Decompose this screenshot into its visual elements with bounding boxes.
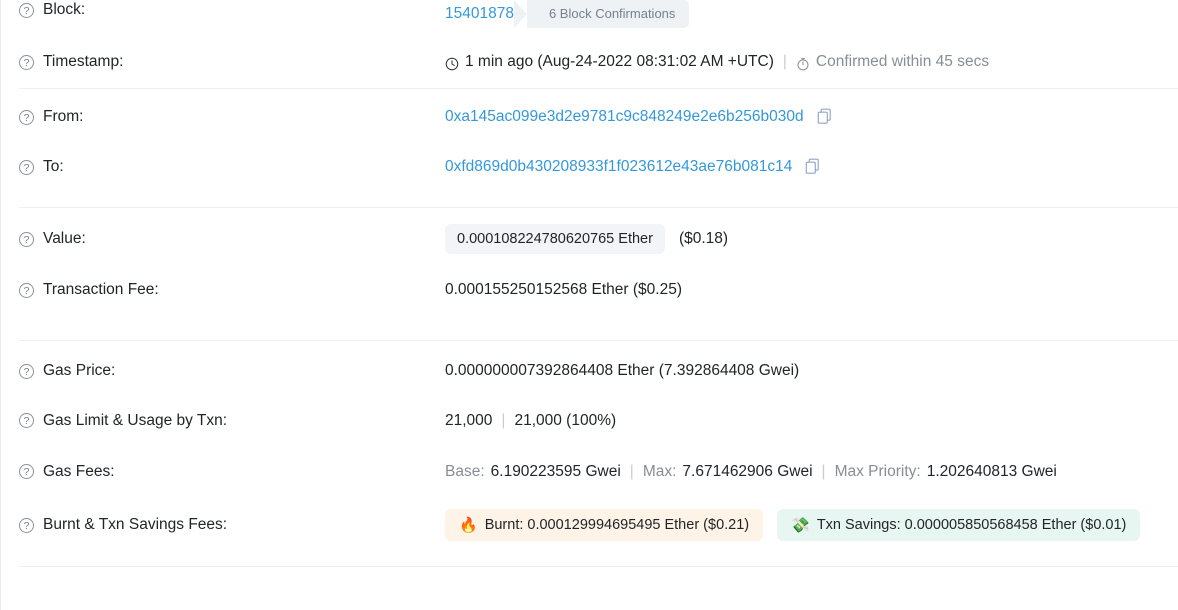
value-block: 15401878 6 Block Confirmations: [445, 0, 1178, 28]
fire-icon: 🔥: [459, 516, 478, 534]
label-timestamp-text: Timestamp:: [43, 53, 124, 70]
gas-fee-separator-1: |: [629, 462, 634, 480]
question-circle-icon[interactable]: ?: [19, 54, 34, 70]
question-circle-icon[interactable]: ?: [19, 282, 34, 298]
txn-savings-text: Txn Savings: 0.000005850568458 Ether ($0…: [816, 517, 1127, 533]
value-gas-limit: 21,000 | 21,000 (100%): [445, 411, 1178, 431]
value-value: 0.000108224780620765 Ether ($0.18): [445, 224, 1178, 254]
stopwatch-icon: [796, 57, 810, 71]
value-ether-chip: 0.000108224780620765 Ether: [445, 224, 665, 254]
gas-fee-base-label: Base:: [445, 462, 485, 480]
question-circle-icon[interactable]: ?: [19, 109, 34, 125]
value-burnt-savings: 🔥 Burnt: 0.000129994695495 Ether ($0.21)…: [445, 509, 1178, 541]
label-transaction-fee-text: Transaction Fee:: [43, 281, 159, 298]
question-circle-icon[interactable]: ?: [19, 413, 34, 428]
label-value: ? Value:: [19, 229, 445, 249]
label-from-text: From:: [43, 108, 84, 125]
txn-savings-pill: 💸 Txn Savings: 0.000005850568458 Ether (…: [777, 509, 1141, 541]
label-value-text: Value:: [43, 230, 86, 247]
gas-limit-separator: |: [501, 411, 506, 429]
question-circle-icon[interactable]: ?: [19, 363, 34, 379]
label-gas-price: ? Gas Price:: [19, 361, 445, 381]
label-gas-price-text: Gas Price:: [43, 362, 116, 379]
transaction-details-panel: ? Block: 15401878 6 Block Confirmations …: [0, 0, 1178, 610]
gas-fee-base-value: 6.190223595 Gwei: [490, 462, 621, 480]
question-circle-icon[interactable]: ?: [19, 517, 34, 533]
label-gas-fees: ? Gas Fees:: [19, 462, 445, 482]
block-confirmations-badge: 6 Block Confirmations: [513, 0, 690, 28]
label-to: ? To:: [19, 157, 445, 177]
label-burnt-savings-text: Burnt & Txn Savings Fees:: [43, 516, 228, 533]
row-from: ? From: 0xa145ac099e3d2e9781c9c848249e2e…: [1, 89, 1178, 141]
copy-icon[interactable]: [805, 158, 821, 181]
label-timestamp: ? Timestamp:: [19, 52, 445, 72]
burnt-fee-text: Burnt: 0.000129994695495 Ether ($0.21): [484, 517, 750, 533]
question-circle-icon[interactable]: ?: [19, 2, 34, 18]
timestamp-text: 1 min ago (Aug-24-2022 08:31:02 AM +UTC): [465, 53, 774, 70]
label-to-text: To:: [43, 158, 64, 175]
row-gas-limit: ? Gas Limit & Usage by Txn: 21,000 | 21,…: [1, 395, 1178, 446]
label-block: ? Block:: [19, 0, 445, 20]
gas-fee-max-value: 7.671462906 Gwei: [682, 462, 813, 480]
question-circle-icon[interactable]: ?: [19, 464, 34, 479]
copy-icon[interactable]: [817, 108, 833, 131]
question-circle-icon[interactable]: ?: [19, 159, 34, 175]
value-gas-price: 0.000000007392864408 Ether (7.392864408 …: [445, 362, 800, 379]
divider-4: [19, 566, 1178, 567]
gas-usage-amount: 21,000 (100%): [514, 411, 617, 429]
label-gas-fees-text: Gas Fees:: [43, 462, 115, 480]
row-block: ? Block: 15401878 6 Block Confirmations: [1, 0, 1178, 36]
row-gas-price: ? Gas Price: 0.000000007392864408 Ether …: [1, 341, 1178, 395]
clock-icon: [445, 57, 459, 71]
gas-fee-max-priority-value: 1.202640813 Gwei: [926, 462, 1057, 480]
value-to: 0xfd869d0b430208933f1f023612e43ae76b081c…: [445, 156, 1178, 179]
label-transaction-fee: ? Transaction Fee:: [19, 280, 445, 300]
value-from: 0xa145ac099e3d2e9781c9c848249e2e6b256b03…: [445, 106, 1178, 129]
row-to: ? To: 0xfd869d0b430208933f1f023612e43ae7…: [1, 141, 1178, 193]
row-transaction-fee: ? Transaction Fee: 0.000155250152568 Eth…: [1, 264, 1178, 316]
label-block-text: Block:: [43, 1, 86, 18]
gas-fee-max-label: Max:: [642, 462, 677, 480]
timestamp-separator: |: [782, 53, 787, 70]
block-number-link[interactable]: 15401878: [445, 4, 514, 24]
to-address-link[interactable]: 0xfd869d0b430208933f1f023612e43ae76b081c…: [445, 157, 792, 177]
gas-fee-max-priority-label: Max Priority:: [834, 462, 921, 480]
money-with-wings-icon: 💸: [791, 516, 810, 534]
burnt-fee-pill: 🔥 Burnt: 0.000129994695495 Ether ($0.21): [445, 509, 764, 541]
label-gas-limit-text: Gas Limit & Usage by Txn:: [43, 411, 228, 429]
gas-fee-separator-2: |: [821, 462, 826, 480]
label-from: ? From:: [19, 107, 445, 127]
label-gas-limit: ? Gas Limit & Usage by Txn:: [19, 411, 445, 431]
row-gas-fees: ? Gas Fees: Base: 6.190223595 Gwei | Max…: [1, 446, 1178, 497]
value-transaction-fee: 0.000155250152568 Ether ($0.25): [445, 281, 683, 298]
gas-limit-amount: 21,000: [445, 411, 493, 429]
label-burnt-savings: ? Burnt & Txn Savings Fees:: [19, 515, 445, 535]
value-timestamp: 1 min ago (Aug-24-2022 08:31:02 AM +UTC)…: [445, 52, 1178, 72]
row-timestamp: ? Timestamp: 1 min ago (Aug-24-2022 08:3…: [1, 36, 1178, 88]
from-address-link[interactable]: 0xa145ac099e3d2e9781c9c848249e2e6b256b03…: [445, 107, 804, 127]
value-gas-fees: Base: 6.190223595 Gwei | Max: 7.67146290…: [445, 462, 1178, 482]
row-value: ? Value: 0.000108224780620765 Ether ($0.…: [1, 208, 1178, 264]
row-burnt-savings: ? Burnt & Txn Savings Fees: 🔥 Burnt: 0.0…: [1, 497, 1178, 553]
question-circle-icon[interactable]: ?: [19, 231, 34, 247]
confirmed-within-text: Confirmed within 45 secs: [815, 53, 990, 70]
value-usd: ($0.18): [678, 230, 729, 247]
